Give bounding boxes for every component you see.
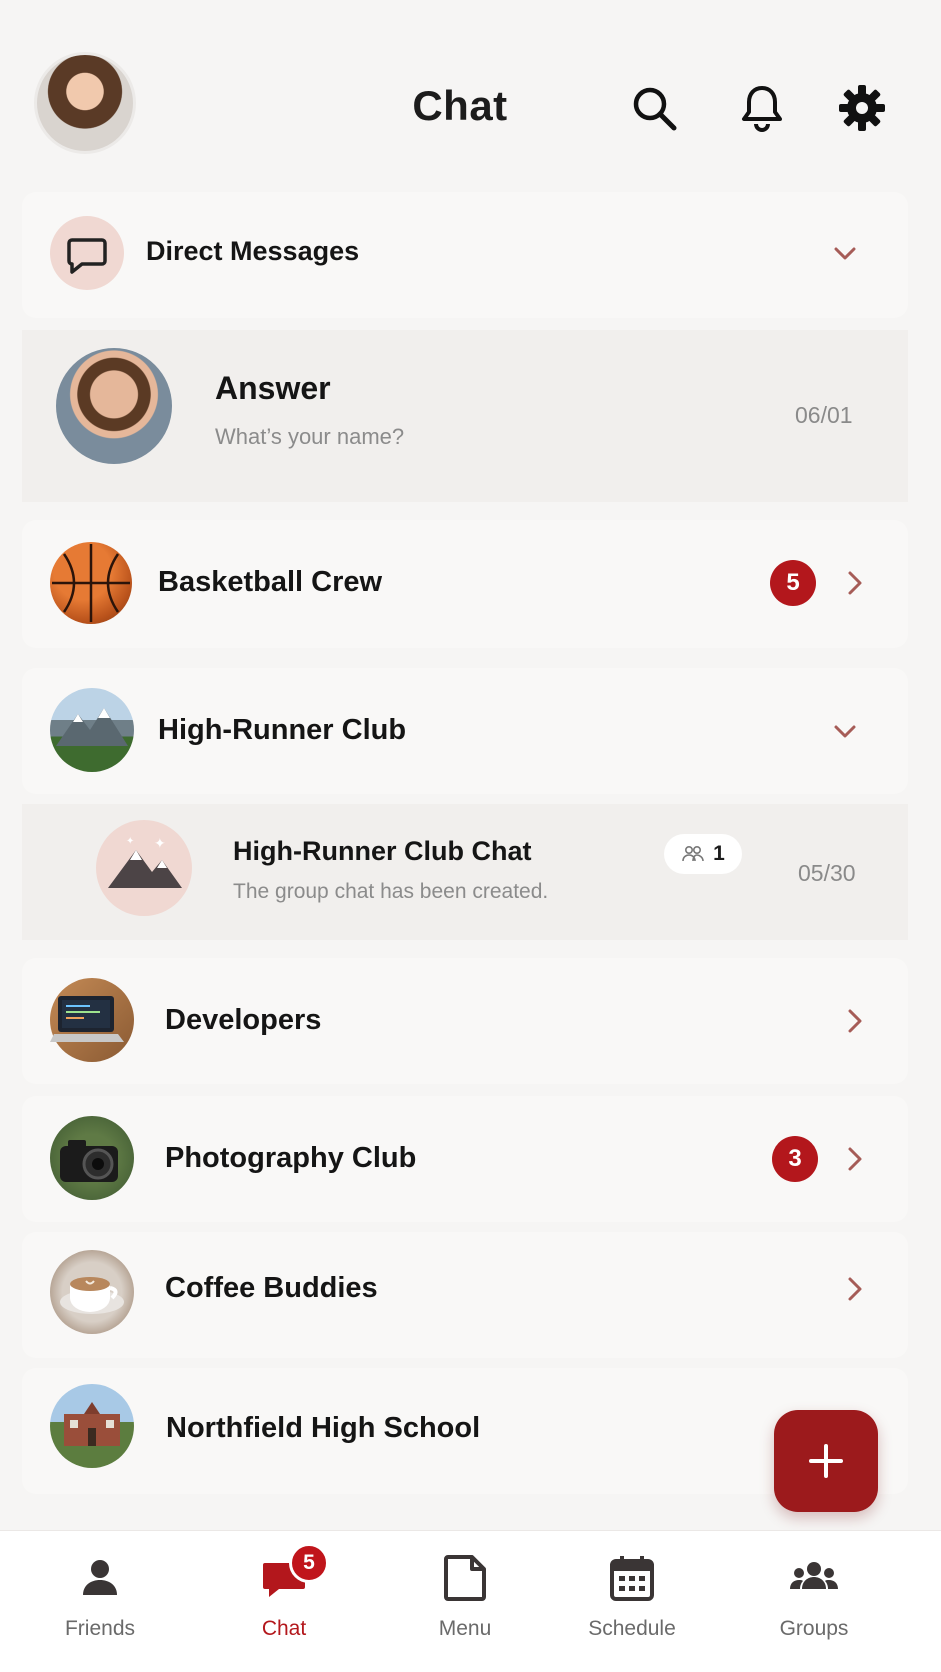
group-basketball-crew[interactable]: Basketball Crew 5 bbox=[22, 520, 908, 648]
tab-friends[interactable]: Friends bbox=[30, 1553, 170, 1663]
tab-label: Menu bbox=[438, 1617, 492, 1640]
people-icon bbox=[682, 845, 704, 862]
tab-chat[interactable]: 5 Chat bbox=[214, 1543, 354, 1663]
member-count-pill: 1 bbox=[664, 834, 742, 874]
chat-bubble-icon: 5 bbox=[259, 1543, 329, 1603]
tab-schedule[interactable]: Schedule bbox=[562, 1553, 702, 1663]
bell-icon[interactable] bbox=[736, 82, 788, 134]
group-name: Basketball Crew bbox=[158, 566, 383, 598]
svg-text:✦: ✦ bbox=[126, 836, 134, 847]
group-chat-name: High-Runner Club Chat bbox=[233, 836, 532, 866]
chevron-right-icon[interactable] bbox=[840, 1144, 870, 1174]
group-avatar bbox=[50, 688, 134, 772]
group-name: High-Runner Club bbox=[158, 714, 407, 746]
gear-icon[interactable] bbox=[836, 82, 888, 134]
group-avatar bbox=[50, 1384, 134, 1468]
dm-item-answer[interactable]: Answer What’s your name? 06/01 bbox=[22, 330, 908, 502]
group-chat-preview: The group chat has been created. bbox=[233, 880, 549, 903]
group-name: Coffee Buddies bbox=[165, 1272, 378, 1304]
unread-badge: 3 bbox=[772, 1136, 818, 1182]
tab-label: Schedule bbox=[588, 1617, 676, 1640]
person-icon bbox=[75, 1553, 125, 1603]
direct-messages-section[interactable]: Direct Messages bbox=[22, 192, 908, 318]
group-avatar bbox=[50, 1116, 134, 1200]
chevron-down-icon[interactable] bbox=[830, 238, 860, 268]
search-icon[interactable] bbox=[628, 82, 680, 134]
group-avatar bbox=[50, 542, 132, 624]
chevron-down-icon[interactable] bbox=[830, 716, 860, 746]
tab-label: Friends bbox=[64, 1617, 136, 1640]
group-chat-high-runner[interactable]: ✦ ✦ High-Runner Club Chat The group chat … bbox=[22, 804, 908, 940]
direct-messages-label: Direct Messages bbox=[146, 236, 360, 266]
new-chat-button[interactable] bbox=[774, 1410, 878, 1512]
document-icon bbox=[440, 1553, 490, 1603]
tab-menu[interactable]: Menu bbox=[395, 1553, 535, 1663]
group-developers[interactable]: Developers bbox=[22, 958, 908, 1084]
group-photography-club[interactable]: Photography Club 3 bbox=[22, 1096, 908, 1222]
group-name: Developers bbox=[165, 1004, 322, 1036]
group-coffee-buddies[interactable]: Coffee Buddies bbox=[22, 1232, 908, 1358]
chat-tab-badge: 5 bbox=[289, 1543, 329, 1583]
group-people-icon bbox=[789, 1553, 839, 1603]
avatar bbox=[56, 348, 172, 464]
tab-label: Chat bbox=[261, 1617, 307, 1640]
plus-icon bbox=[809, 1444, 843, 1478]
dm-date: 06/01 bbox=[795, 402, 853, 428]
dm-preview: What’s your name? bbox=[215, 424, 405, 449]
group-high-runner-club[interactable]: High-Runner Club bbox=[22, 668, 908, 794]
tab-groups[interactable]: Groups bbox=[744, 1553, 884, 1663]
tab-label: Groups bbox=[779, 1617, 849, 1640]
page-title: Chat bbox=[412, 82, 508, 129]
calendar-icon bbox=[607, 1553, 657, 1603]
group-name: Northfield High School bbox=[166, 1412, 481, 1444]
chevron-right-icon[interactable] bbox=[840, 1274, 870, 1304]
unread-badge: 5 bbox=[770, 560, 816, 606]
group-name: Photography Club bbox=[165, 1142, 417, 1174]
chevron-right-icon[interactable] bbox=[840, 1006, 870, 1036]
header: Chat bbox=[0, 0, 941, 190]
group-avatar bbox=[50, 978, 134, 1062]
svg-text:✦: ✦ bbox=[154, 835, 166, 851]
group-avatar bbox=[50, 1250, 134, 1334]
chevron-right-icon[interactable] bbox=[840, 568, 870, 598]
mountain-icon: ✦ ✦ bbox=[96, 820, 192, 916]
dm-name: Answer bbox=[215, 370, 331, 406]
message-square-icon bbox=[50, 216, 124, 290]
group-chat-date: 05/30 bbox=[798, 860, 856, 886]
bottom-tab-bar: Friends 5 Chat Menu Schedule Groups bbox=[0, 1530, 941, 1672]
profile-avatar[interactable] bbox=[34, 52, 136, 154]
member-count: 1 bbox=[713, 842, 725, 865]
